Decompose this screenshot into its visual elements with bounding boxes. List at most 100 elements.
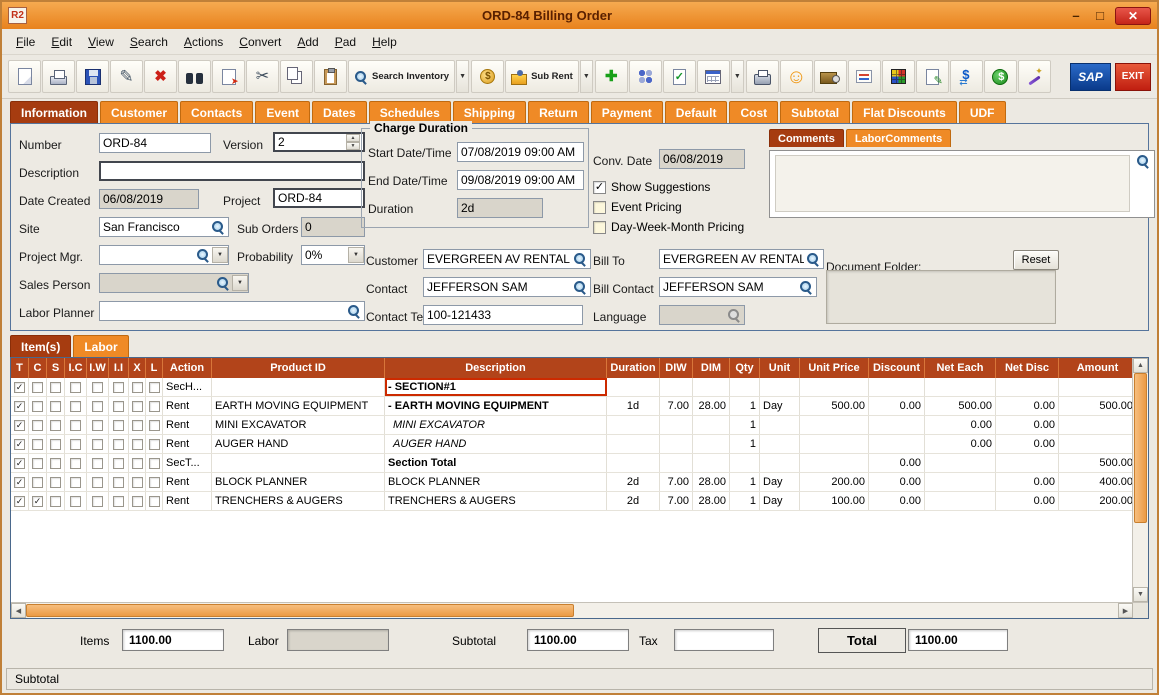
column-header-unit[interactable]: Unit [760, 358, 800, 378]
smiley-button[interactable]: ☺ [780, 60, 813, 93]
scroll-up-icon[interactable]: ▲ [1133, 358, 1148, 373]
row-checkbox[interactable]: ✓ [32, 496, 43, 507]
hscroll-track[interactable] [26, 603, 1118, 618]
tab-shipping[interactable]: Shipping [453, 101, 526, 123]
vertical-scrollbar[interactable]: ▲ ▼ [1132, 358, 1148, 602]
chevron-down-icon[interactable]: ▼ [232, 275, 248, 291]
row-checkbox[interactable] [50, 420, 61, 431]
row-checkbox[interactable] [32, 382, 43, 393]
maximize-button[interactable]: □ [1091, 8, 1109, 23]
row-checkbox[interactable] [113, 420, 124, 431]
column-header-diw[interactable]: DIW [660, 358, 693, 378]
delete-button[interactable]: ✖ [144, 60, 177, 93]
row-checkbox[interactable] [92, 420, 103, 431]
row-checkbox[interactable] [113, 458, 124, 469]
tab-labor[interactable]: Labor [73, 335, 128, 357]
row-checkbox[interactable]: ✓ [14, 401, 25, 412]
edit-note-button[interactable] [663, 60, 696, 93]
cut-button[interactable]: ✂ [246, 60, 279, 93]
tab-laborcomments[interactable]: LaborComments [846, 129, 951, 147]
chevron-down-icon[interactable]: ▼ [348, 247, 364, 263]
tab-customer[interactable]: Customer [100, 101, 178, 123]
row-checkbox[interactable] [92, 458, 103, 469]
row-checkbox[interactable] [149, 458, 160, 469]
contact-field[interactable]: JEFFERSON SAM [423, 277, 591, 297]
row-checkbox[interactable] [132, 496, 143, 507]
magic-wand-button[interactable] [1018, 60, 1051, 93]
exit-button[interactable]: EXIT [1115, 63, 1151, 91]
menu-add[interactable]: Add [291, 32, 324, 52]
row-checkbox[interactable] [132, 420, 143, 431]
row-checkbox[interactable] [70, 420, 81, 431]
column-header-c[interactable]: C [29, 358, 47, 378]
search-icon[interactable] [573, 252, 587, 266]
row-checkbox[interactable] [92, 382, 103, 393]
row-checkbox[interactable] [32, 439, 43, 450]
row-checkbox[interactable] [50, 458, 61, 469]
row-checkbox[interactable] [149, 401, 160, 412]
dollar-button[interactable] [984, 60, 1017, 93]
row-checkbox[interactable]: ✓ [14, 477, 25, 488]
tab-subtotal[interactable]: Subtotal [780, 101, 850, 123]
print-button[interactable] [42, 60, 75, 93]
row-checkbox[interactable] [132, 439, 143, 450]
site-field[interactable]: San Francisco [99, 217, 229, 237]
reset-button[interactable]: Reset [1013, 250, 1059, 270]
notepad-edit-button[interactable] [916, 60, 949, 93]
spinner-down-icon[interactable]: ▼ [346, 142, 360, 150]
scroll-right-icon[interactable]: ▶ [1118, 603, 1133, 618]
currency-exchange-button[interactable] [950, 60, 983, 93]
row-checkbox[interactable]: ✓ [14, 382, 25, 393]
scroll-down-icon[interactable]: ▼ [1133, 587, 1148, 602]
show-suggestions-checkbox[interactable]: ✓ Show Suggestions [593, 180, 710, 194]
column-header-net-disc[interactable]: Net Disc [996, 358, 1059, 378]
fax-machine-button[interactable] [746, 60, 779, 93]
chevron-down-icon[interactable]: ▼ [212, 247, 228, 263]
column-header-l[interactable]: L [146, 358, 163, 378]
row-checkbox[interactable] [149, 477, 160, 488]
column-header-s[interactable]: S [47, 358, 65, 378]
bill-contact-field[interactable]: JEFFERSON SAM [659, 277, 817, 297]
column-header-dim[interactable]: DIM [693, 358, 730, 378]
whiteboard-button[interactable] [848, 60, 881, 93]
tax-field[interactable] [674, 629, 774, 651]
row-checkbox[interactable] [70, 439, 81, 450]
column-header-description[interactable]: Description [385, 358, 607, 378]
spinner-up-icon[interactable]: ▲ [346, 134, 360, 142]
tab-item-s[interactable]: Item(s) [10, 335, 71, 357]
row-checkbox[interactable] [50, 439, 61, 450]
number-field[interactable]: ORD-84 [99, 133, 211, 153]
tab-payment[interactable]: Payment [591, 101, 663, 123]
availability-calendar-button[interactable] [697, 60, 730, 93]
new-document-button[interactable] [8, 60, 41, 93]
labor-planner-field[interactable] [99, 301, 365, 321]
sales-person-combo[interactable]: ▼ [99, 273, 249, 293]
menu-edit[interactable]: Edit [45, 32, 78, 52]
row-checkbox[interactable] [50, 477, 61, 488]
row-checkbox[interactable] [32, 401, 43, 412]
tab-event[interactable]: Event [255, 101, 310, 123]
availability-calendar-dropdown-button[interactable]: ▼ [731, 60, 744, 93]
tab-contacts[interactable]: Contacts [180, 101, 253, 123]
end-date-field[interactable]: 09/08/2019 09:00 AM [457, 170, 584, 190]
row-checkbox[interactable] [132, 382, 143, 393]
project-field[interactable]: ORD-84 [273, 188, 365, 208]
row-checkbox[interactable] [32, 420, 43, 431]
sub-rent-dropdown-button[interactable]: ▼ [580, 60, 593, 93]
contact-tel-field[interactable]: 100-121433 [423, 305, 583, 325]
search-icon[interactable] [1136, 154, 1150, 168]
event-pricing-checkbox[interactable]: Event Pricing [593, 200, 682, 214]
paste-button[interactable] [314, 60, 347, 93]
subtotal-field[interactable]: 1100.00 [527, 629, 629, 651]
menu-actions[interactable]: Actions [178, 32, 229, 52]
row-checkbox[interactable] [149, 420, 160, 431]
document-folder-area[interactable] [826, 270, 1056, 324]
row-checkbox[interactable] [132, 477, 143, 488]
column-header-t[interactable]: T [11, 358, 29, 378]
horizontal-scrollbar[interactable]: ◀ ▶ [11, 602, 1148, 618]
row-checkbox[interactable] [132, 458, 143, 469]
scroll-left-icon[interactable]: ◀ [11, 603, 26, 618]
rubik-cube-button[interactable] [882, 60, 915, 93]
search-icon[interactable] [196, 248, 210, 262]
items-total-field[interactable]: 1100.00 [122, 629, 224, 651]
